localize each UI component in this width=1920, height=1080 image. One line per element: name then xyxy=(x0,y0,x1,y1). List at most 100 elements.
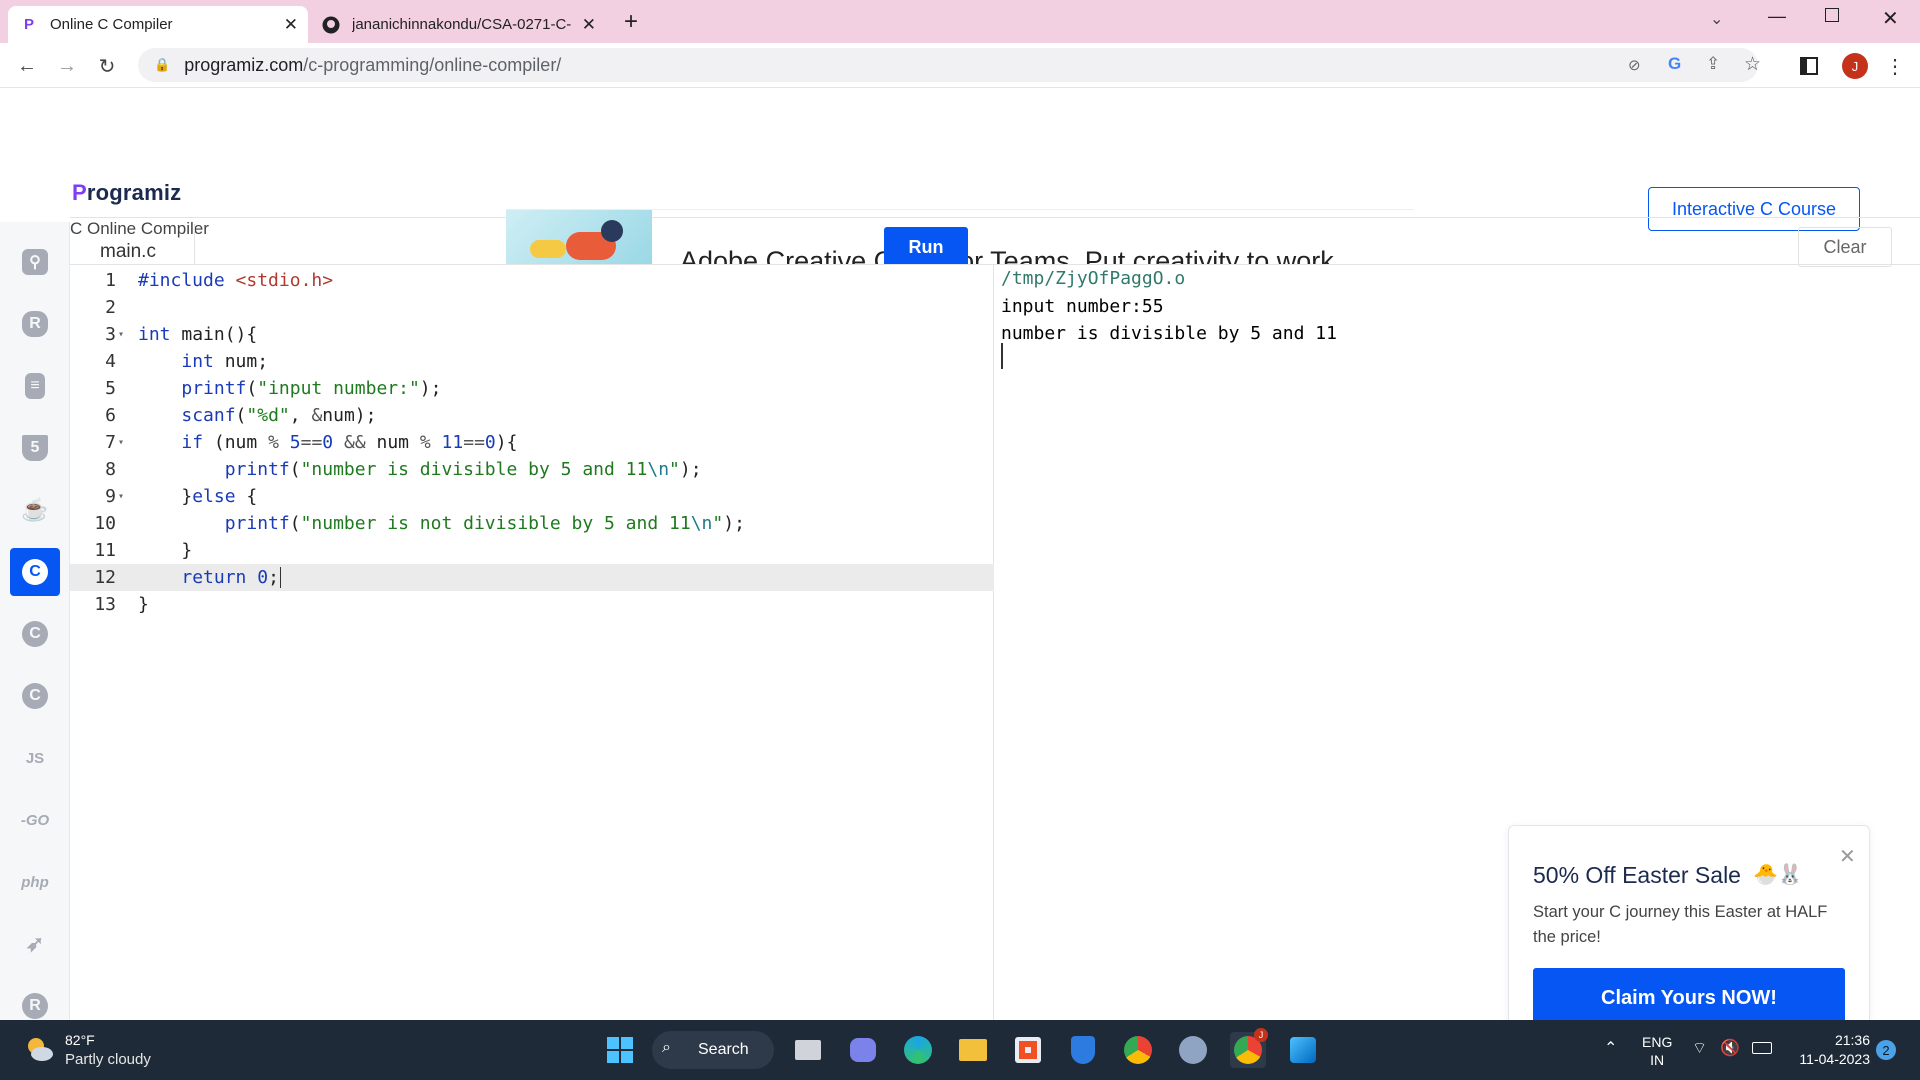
code-line: 9 ▾ }else { xyxy=(70,483,994,510)
restore-button[interactable] xyxy=(1825,8,1839,22)
notification-badge[interactable]: 2 xyxy=(1876,1040,1896,1060)
close-window-button[interactable]: ✕ xyxy=(1882,6,1899,31)
microsoft-store-icon[interactable] xyxy=(1010,1032,1046,1068)
back-arrow-icon[interactable]: ← xyxy=(14,53,40,79)
windows-start-icon[interactable] xyxy=(602,1032,638,1068)
volume-muted-icon[interactable]: 🔇 xyxy=(1720,1038,1740,1058)
output-line: input number:55 xyxy=(1001,296,1164,317)
c-icon: C xyxy=(22,559,48,585)
code-editor[interactable]: 1 #include <stdio.h> 2 3 ▾ int main(){ 4 in… xyxy=(70,265,994,1020)
side-panel-icon[interactable] xyxy=(1800,57,1818,75)
windows-taskbar: 82°F Partly cloudy ⌕ Search J ⌃ ENG IN ⌔ … xyxy=(0,1020,1920,1080)
csharp-icon: C xyxy=(22,683,48,709)
swift-icon: ➶ xyxy=(25,931,45,956)
url-path: /c-programming/online-compiler/ xyxy=(303,54,562,75)
console-cursor xyxy=(1001,343,1003,369)
close-tab-icon[interactable]: ✕ xyxy=(284,15,298,35)
code-line: 2 xyxy=(105,297,116,318)
code-line: 10 printf("number is not divisible by 5 … xyxy=(94,513,745,534)
claim-offer-button[interactable]: Claim Yours NOW! xyxy=(1533,968,1845,1028)
browser-menu-icon[interactable]: ⋮ xyxy=(1884,55,1906,78)
browser-toolbar: ← → ↻ 🔒 programiz.com/c-programming/onli… xyxy=(0,43,1920,88)
sidebar-item-java[interactable]: ☕ xyxy=(10,486,60,534)
sidebar-item-cpp[interactable]: C xyxy=(10,610,60,658)
r-icon: R xyxy=(22,311,48,337)
sidebar-item-go[interactable]: -GO xyxy=(10,796,60,844)
show-hidden-icons-icon[interactable]: ⌃ xyxy=(1604,1038,1617,1058)
cookie-blocked-icon[interactable]: ⊘ xyxy=(1628,56,1641,74)
go-icon: -GO xyxy=(20,811,50,829)
sidebar-item-swift[interactable]: ➶ xyxy=(10,920,60,968)
new-tab-button[interactable]: + xyxy=(624,8,638,36)
chrome-profile-badge: J xyxy=(1254,1028,1268,1042)
promo-title: 50% Off Easter Sale xyxy=(1533,862,1741,888)
weather-temperature[interactable]: 82°F xyxy=(65,1032,95,1048)
github-favicon-icon xyxy=(322,16,340,34)
interactive-c-course-button[interactable]: Interactive C Course xyxy=(1648,187,1860,231)
fold-arrow-icon[interactable]: ▾ xyxy=(118,429,124,456)
taskbar-search[interactable]: ⌕ Search xyxy=(652,1031,774,1069)
sidebar-item-javascript[interactable]: JS xyxy=(10,734,60,782)
ad-text: Adobe Creative Cloud for Teams. Put crea… xyxy=(680,246,1342,264)
sidebar-item-c[interactable]: C xyxy=(10,548,60,596)
code-line: 13} xyxy=(94,594,149,615)
close-icon[interactable]: ✕ xyxy=(1839,844,1856,869)
edge-browser-icon[interactable] xyxy=(900,1032,936,1068)
file-tab-main-c[interactable]: main.c xyxy=(70,224,195,264)
photos-app-icon[interactable] xyxy=(1285,1032,1321,1068)
ad-image xyxy=(506,210,652,264)
sidebar-item-csharp[interactable]: C xyxy=(10,672,60,720)
page-content: Programiz Interactive C Course Adobe Cre… xyxy=(0,88,1920,1058)
input-language[interactable]: ENG IN xyxy=(1642,1033,1672,1069)
sidebar-item-sql[interactable]: ≡ xyxy=(10,362,60,410)
url-host: programiz.com xyxy=(184,54,304,75)
easter-chick-bunny-icon: 🐣🐰 xyxy=(1753,864,1803,886)
teams-chat-icon[interactable] xyxy=(845,1032,881,1068)
sidebar-item-php[interactable]: php xyxy=(10,858,60,906)
bookmark-star-icon[interactable]: ☆ xyxy=(1744,53,1761,76)
battery-icon[interactable] xyxy=(1752,1042,1772,1054)
fold-arrow-icon[interactable]: ▾ xyxy=(118,321,124,348)
file-explorer-icon[interactable] xyxy=(955,1032,991,1068)
minimize-button[interactable]: — xyxy=(1768,6,1786,27)
close-tab-icon[interactable]: ✕ xyxy=(582,15,596,35)
sidebar-item-r[interactable]: R xyxy=(10,300,60,348)
programiz-logo[interactable]: Programiz xyxy=(72,180,181,206)
output-path: /tmp/ZjyOfPaggO.o xyxy=(1001,268,1186,289)
language-sidebar: ⚲ R ≡ 5 ☕ C C C JS -GO php ➶ R xyxy=(0,222,70,1020)
wifi-icon[interactable]: ⌔ xyxy=(1692,1038,1707,1058)
programiz-favicon-icon: P xyxy=(23,16,34,33)
security-shield-icon[interactable] xyxy=(1065,1032,1101,1068)
code-line: 8 printf("number is divisible by 5 and 1… xyxy=(105,459,702,480)
tab-title: jananichinnakondu/CSA-0271-C- xyxy=(352,16,572,33)
code-line: 7 ▾ if (num % 5==0 && num % 11==0){ xyxy=(70,429,994,456)
chrome-icon[interactable] xyxy=(1120,1032,1156,1068)
address-bar[interactable]: 🔒 programiz.com/c-programming/online-com… xyxy=(138,48,1761,82)
partly-cloudy-icon[interactable] xyxy=(24,1034,54,1064)
sidebar-item-html[interactable]: 5 xyxy=(10,424,60,472)
reload-icon[interactable]: ↻ xyxy=(94,53,120,79)
sql-icon: ≡ xyxy=(25,373,45,399)
google-translate-icon[interactable]: G xyxy=(1668,54,1681,74)
html-icon: 5 xyxy=(22,435,48,461)
tab-title: Online C Compiler xyxy=(50,16,173,33)
profile-avatar[interactable]: J xyxy=(1842,53,1868,79)
network-globe-icon[interactable] xyxy=(1175,1032,1211,1068)
weather-description[interactable]: Partly cloudy xyxy=(65,1051,151,1068)
sidebar-item-python[interactable]: ⚲ xyxy=(10,238,60,286)
browser-tab-bar: P Online C Compiler ✕ jananichinnakondu/… xyxy=(0,0,1920,43)
code-line: 1 #include <stdio.h> xyxy=(105,270,334,291)
fold-arrow-icon[interactable]: ▾ xyxy=(118,483,124,510)
search-label: Search xyxy=(698,1041,749,1058)
tab-github[interactable]: jananichinnakondu/CSA-0271-C- ✕ xyxy=(310,6,606,43)
tab-search-icon[interactable]: ⌄ xyxy=(1710,9,1723,29)
clock[interactable]: 21:36 11-04-2023 xyxy=(1790,1031,1870,1069)
chrome-profile-icon[interactable]: J xyxy=(1230,1028,1268,1068)
forward-arrow-icon[interactable]: → xyxy=(54,53,80,79)
run-button[interactable]: Run xyxy=(884,227,968,267)
share-icon[interactable]: ⇪ xyxy=(1706,54,1720,74)
task-view-icon[interactable] xyxy=(790,1032,826,1068)
clear-button[interactable]: Clear xyxy=(1798,227,1892,267)
tab-online-c-compiler[interactable]: P Online C Compiler ✕ xyxy=(8,6,308,43)
cpp-icon: C xyxy=(22,621,48,647)
